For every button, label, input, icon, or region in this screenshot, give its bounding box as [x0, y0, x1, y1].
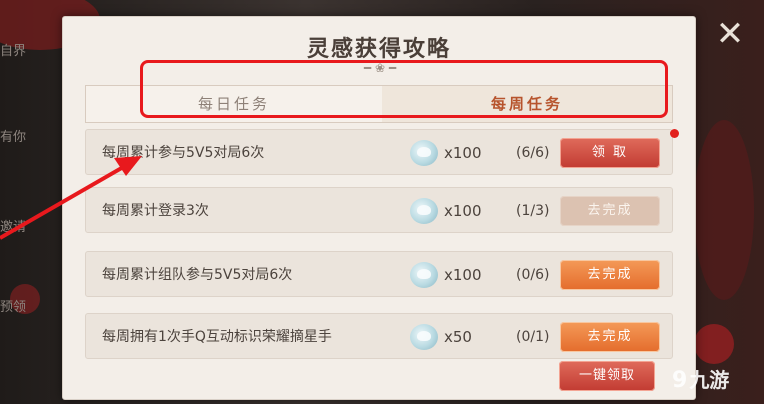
notification-dot: [670, 129, 679, 138]
task-progress: (0/1): [516, 329, 550, 345]
background-side-label: 邀请: [0, 220, 27, 235]
background-side-label: 预领: [0, 300, 27, 315]
task-row: 每周拥有1次手Q互动标识荣耀摘星手 x50 (0/1) 去完成: [85, 313, 673, 359]
dialog-title: 灵感获得攻略: [306, 36, 451, 62]
task-name: 每周累计登录3次: [102, 203, 209, 219]
go-complete-button-disabled: 去完成: [560, 196, 660, 226]
task-name: 每周拥有1次手Q互动标识荣耀摘星手: [102, 329, 332, 345]
tab-daily-tasks[interactable]: 每日任务: [86, 86, 382, 122]
watermark-logo-icon: 9: [672, 368, 688, 393]
task-name: 每周累计组队参与5V5对局6次: [102, 267, 293, 283]
reward-quantity: x100: [444, 202, 482, 220]
decorative-blossom: [694, 324, 734, 364]
watermark-text: 九游: [689, 368, 730, 392]
task-progress: (0/6): [516, 267, 550, 283]
inspiration-icon: [410, 140, 438, 166]
task-row: 每周累计参与5V5对局6次 x100 (6/6) 领 取: [85, 129, 679, 175]
decorative-blossom: [694, 120, 754, 300]
reward-quantity: x100: [444, 266, 482, 284]
claim-all-button[interactable]: 一键领取: [559, 361, 655, 391]
close-icon[interactable]: ✕: [712, 16, 748, 52]
inspiration-icon: [410, 324, 438, 350]
go-complete-button[interactable]: 去完成: [560, 322, 660, 352]
title-ornament-icon: ━ ❀ ━: [363, 61, 397, 75]
reward-quantity: x100: [444, 144, 482, 162]
task-progress: (6/6): [516, 145, 550, 161]
background-side-label: 有你: [0, 130, 27, 145]
site-watermark: 9 九游: [672, 364, 760, 394]
background-side-label: 自界: [0, 44, 27, 59]
task-row: 每周累计登录3次 x100 (1/3) 去完成: [85, 187, 673, 233]
inspiration-icon: [410, 198, 438, 224]
task-progress: (1/3): [516, 203, 550, 219]
inspiration-guide-dialog: 灵感获得攻略 ━ ❀ ━ 每日任务 每周任务 每周累计参与5V5对局6次 x10…: [62, 16, 696, 400]
go-complete-button[interactable]: 去完成: [560, 260, 660, 290]
inspiration-icon: [410, 262, 438, 288]
tab-weekly-tasks[interactable]: 每周任务: [382, 86, 672, 122]
claim-button[interactable]: 领 取: [560, 138, 660, 168]
task-name: 每周累计参与5V5对局6次: [102, 145, 265, 161]
task-row: 每周累计组队参与5V5对局6次 x100 (0/6) 去完成: [85, 251, 673, 297]
reward-quantity: x50: [444, 328, 472, 346]
task-tabs: 每日任务 每周任务: [85, 85, 673, 123]
